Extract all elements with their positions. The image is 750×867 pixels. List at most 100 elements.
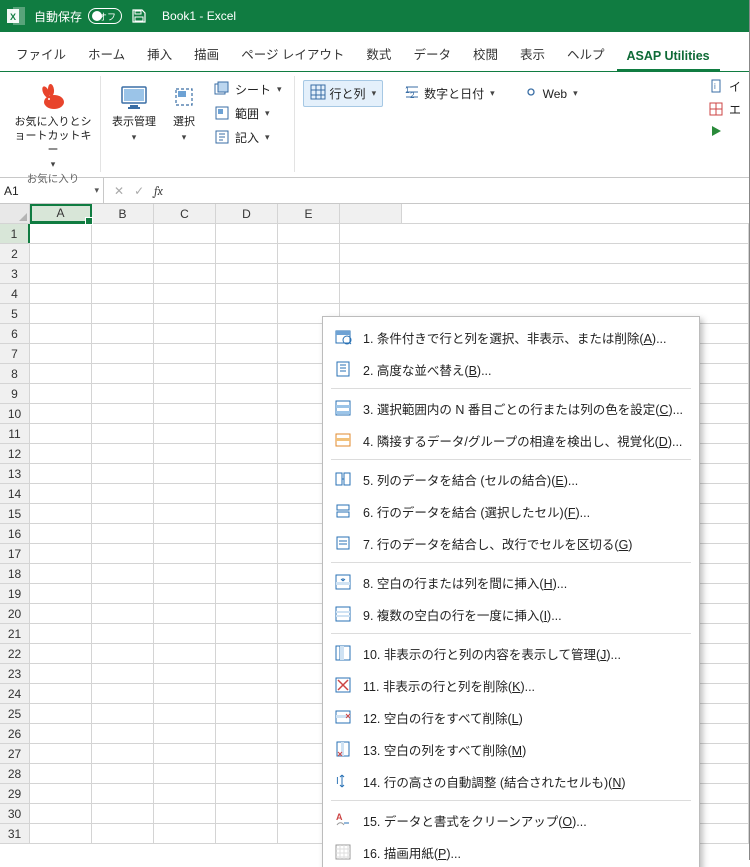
cancel-icon[interactable]: ✕ <box>110 184 128 198</box>
tab-ページ レイアウト[interactable]: ページ レイアウト <box>231 38 354 71</box>
cell[interactable] <box>216 664 278 683</box>
cell[interactable] <box>30 604 92 623</box>
cell[interactable] <box>154 704 216 723</box>
row-header[interactable]: 6 <box>0 324 30 343</box>
cell[interactable] <box>216 464 278 483</box>
fx-icon[interactable]: fx <box>150 184 167 198</box>
worksheet[interactable]: ABCDE 1234567891011121314151617181920212… <box>0 204 749 867</box>
row-header[interactable]: 31 <box>0 824 30 843</box>
cell[interactable] <box>216 824 278 843</box>
cell[interactable] <box>154 744 216 763</box>
cell[interactable] <box>216 424 278 443</box>
row-header[interactable]: 27 <box>0 744 30 763</box>
numdate-menu[interactable]: 12 数字と日付▾ <box>397 80 502 107</box>
vision-button[interactable]: 表示管理 ▾ <box>109 76 159 148</box>
cell[interactable] <box>216 404 278 423</box>
menu-item[interactable]: 6. 行のデータを結合 (選択したセル)(F)... <box>323 495 699 527</box>
cell[interactable] <box>92 364 154 383</box>
cell[interactable] <box>92 504 154 523</box>
cell[interactable] <box>92 704 154 723</box>
cell[interactable] <box>92 344 154 363</box>
cell[interactable] <box>154 644 216 663</box>
cell[interactable] <box>216 624 278 643</box>
cell[interactable] <box>30 324 92 343</box>
cell[interactable] <box>154 804 216 823</box>
cell[interactable] <box>154 724 216 743</box>
cell[interactable] <box>30 404 92 423</box>
row-header[interactable]: 4 <box>0 284 30 303</box>
row-header[interactable]: 2 <box>0 244 30 263</box>
cell[interactable] <box>30 264 92 283</box>
tab-数式[interactable]: 数式 <box>356 38 401 71</box>
cell[interactable] <box>216 684 278 703</box>
toggle-switch[interactable]: オフ <box>88 8 122 24</box>
row-header[interactable]: 10 <box>0 404 30 423</box>
row-header[interactable]: 16 <box>0 524 30 543</box>
cell[interactable] <box>216 304 278 323</box>
sheet-menu[interactable]: シート▾ <box>209 78 286 100</box>
cell[interactable] <box>92 284 154 303</box>
row-header[interactable]: 17 <box>0 544 30 563</box>
cell[interactable] <box>92 484 154 503</box>
menu-item[interactable]: 4. 隣接するデータ/グループの相違を検出し、視覚化(D)... <box>323 424 699 456</box>
cell[interactable] <box>216 344 278 363</box>
cell[interactable] <box>30 244 92 263</box>
cell[interactable] <box>30 664 92 683</box>
web-menu[interactable]: Web▾ <box>516 80 585 107</box>
cell[interactable] <box>30 484 92 503</box>
cell[interactable] <box>30 344 92 363</box>
row-header[interactable]: 13 <box>0 464 30 483</box>
cell[interactable] <box>154 484 216 503</box>
cell[interactable] <box>154 784 216 803</box>
cell[interactable] <box>30 304 92 323</box>
row-header[interactable]: 19 <box>0 584 30 603</box>
cell[interactable] <box>278 244 340 263</box>
row-header[interactable]: 9 <box>0 384 30 403</box>
menu-item[interactable]: 8. 空白の行または列を間に挿入(H)... <box>323 566 699 598</box>
cell[interactable] <box>92 384 154 403</box>
cell[interactable] <box>92 224 154 243</box>
cell[interactable] <box>216 784 278 803</box>
cell[interactable] <box>92 684 154 703</box>
cell[interactable] <box>92 804 154 823</box>
cell[interactable] <box>216 504 278 523</box>
cell[interactable] <box>154 524 216 543</box>
run-button[interactable] <box>709 124 741 140</box>
cell[interactable] <box>92 524 154 543</box>
cell[interactable] <box>154 384 216 403</box>
cell[interactable] <box>154 464 216 483</box>
cell[interactable] <box>154 584 216 603</box>
menu-item[interactable]: 2. 高度な並べ替え(B)... <box>323 353 699 385</box>
tab-表示[interactable]: 表示 <box>510 38 555 71</box>
cell[interactable] <box>30 624 92 643</box>
cell[interactable] <box>154 764 216 783</box>
cell[interactable] <box>30 644 92 663</box>
row-header[interactable]: 24 <box>0 684 30 703</box>
cell[interactable] <box>92 664 154 683</box>
info-button[interactable]: iイ <box>709 78 741 95</box>
cell[interactable] <box>154 684 216 703</box>
cell[interactable] <box>154 344 216 363</box>
cell[interactable] <box>154 264 216 283</box>
cell[interactable] <box>92 644 154 663</box>
cell[interactable] <box>278 284 340 303</box>
row-header[interactable]: 29 <box>0 784 30 803</box>
tool-button[interactable]: エ <box>709 101 741 118</box>
cell[interactable] <box>154 364 216 383</box>
cell[interactable] <box>216 704 278 723</box>
cell[interactable] <box>30 744 92 763</box>
cell[interactable] <box>216 484 278 503</box>
cell[interactable] <box>30 684 92 703</box>
save-icon[interactable] <box>130 7 148 25</box>
cell[interactable] <box>216 584 278 603</box>
cell[interactable] <box>216 324 278 343</box>
cell[interactable] <box>154 664 216 683</box>
tab-データ[interactable]: データ <box>403 38 461 71</box>
cell[interactable] <box>30 764 92 783</box>
cell[interactable] <box>278 224 340 243</box>
cell[interactable] <box>92 324 154 343</box>
menu-item[interactable]: 11. 非表示の行と列を削除(K)... <box>323 669 699 701</box>
cell[interactable] <box>92 784 154 803</box>
cell[interactable] <box>154 824 216 843</box>
row-header[interactable]: 20 <box>0 604 30 623</box>
